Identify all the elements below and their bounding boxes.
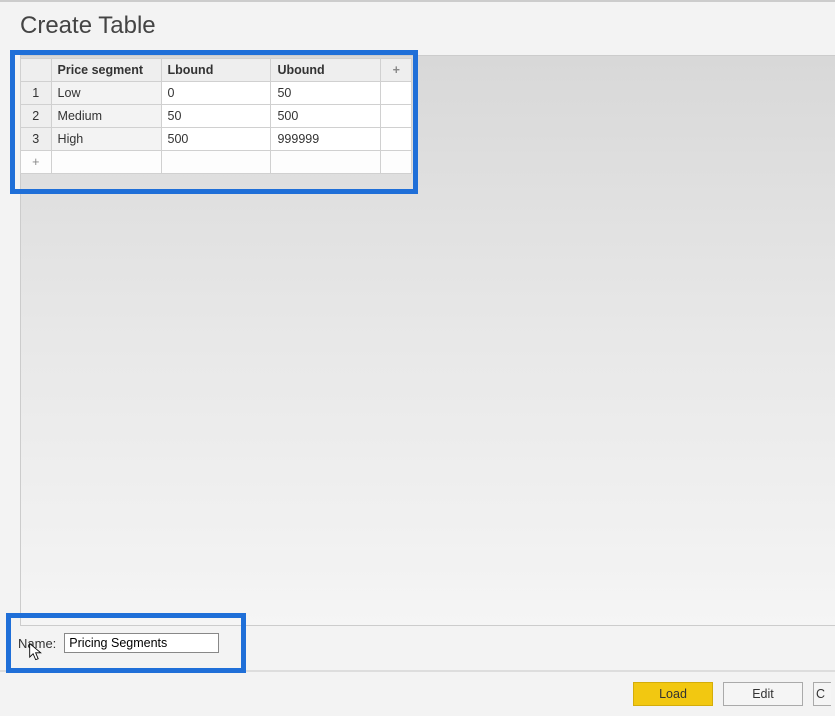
cell-segment[interactable]: Low [51,82,161,105]
bottom-divider [0,670,835,672]
column-header-lbound[interactable]: Lbound [161,59,271,82]
column-header-segment[interactable]: Price segment [51,59,161,82]
row-number-header [21,59,52,82]
cell-segment[interactable]: High [51,128,161,151]
cancel-button[interactable]: C [813,682,831,706]
name-input[interactable] [64,633,219,653]
empty-cell[interactable] [161,151,271,174]
add-row[interactable]: + [21,151,412,174]
empty-cell[interactable] [51,151,161,174]
cell-lbound[interactable]: 500 [161,128,271,151]
cell-ubound[interactable]: 999999 [271,128,381,151]
cell-ubound[interactable]: 50 [271,82,381,105]
name-label: Name: [18,636,56,651]
cell-lbound[interactable]: 0 [161,82,271,105]
data-entry-table[interactable]: Price segment Lbound Ubound + 1Low0502Me… [20,58,412,174]
cell-segment[interactable]: Medium [51,105,161,128]
empty-cell [381,151,412,174]
row-number: 1 [21,82,52,105]
dialog-title: Create Table [0,2,835,48]
cell-lbound[interactable]: 50 [161,105,271,128]
table-row[interactable]: 1Low050 [21,82,412,105]
table-row[interactable]: 3High500999999 [21,128,412,151]
load-button[interactable]: Load [633,682,713,706]
dialog-button-row: Load Edit C [633,682,835,706]
add-row-button[interactable]: + [21,151,52,174]
table-row[interactable]: 2Medium50500 [21,105,412,128]
empty-cell[interactable] [271,151,381,174]
cell-extra [381,82,412,105]
cell-ubound[interactable]: 500 [271,105,381,128]
row-number: 2 [21,105,52,128]
name-field-row: Name: [18,633,219,653]
edit-button[interactable]: Edit [723,682,803,706]
cell-extra [381,105,412,128]
column-header-ubound[interactable]: Ubound [271,59,381,82]
add-column-button[interactable]: + [381,59,412,82]
cell-extra [381,128,412,151]
row-number: 3 [21,128,52,151]
